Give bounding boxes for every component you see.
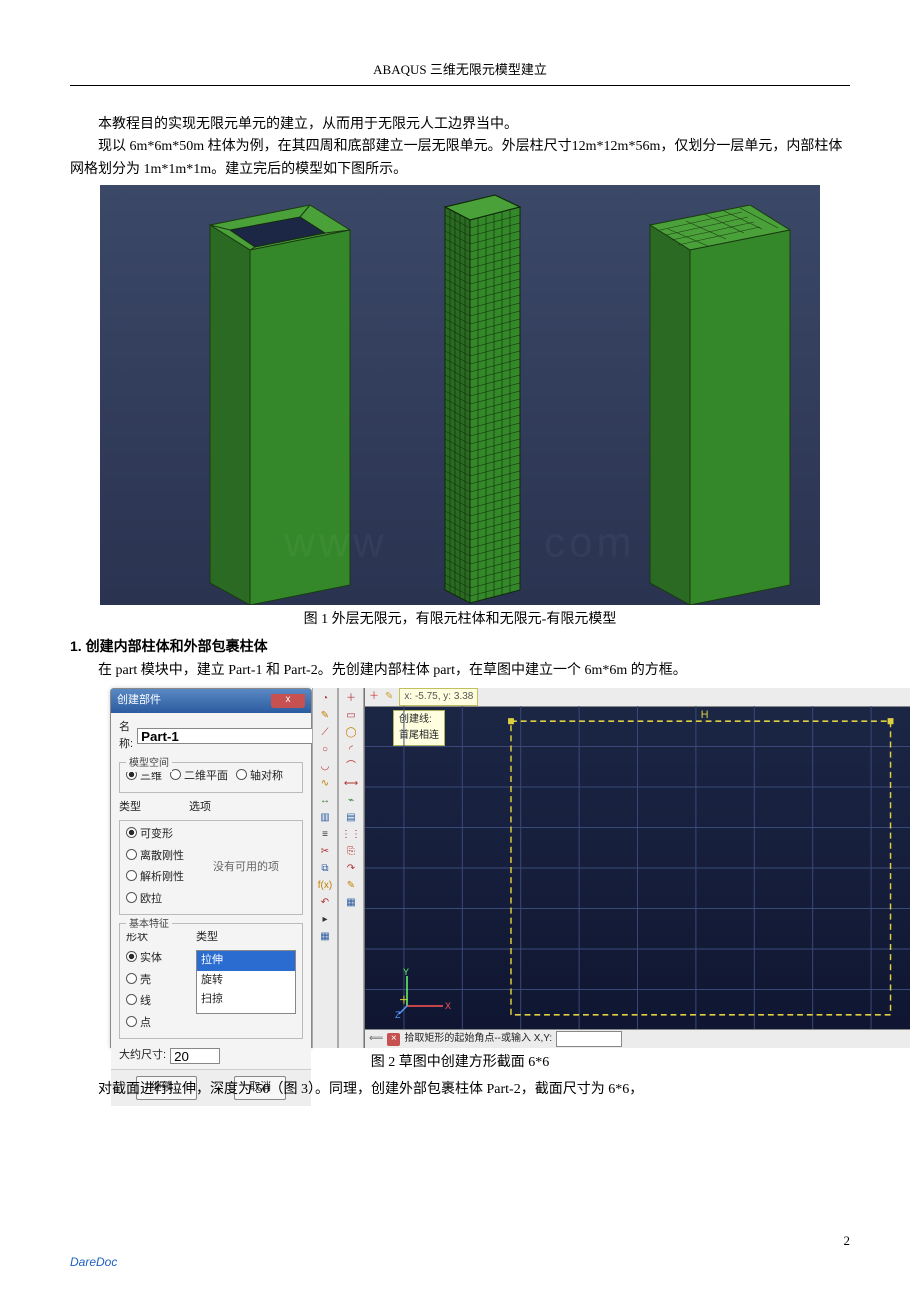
h-constraint-label: H [701, 709, 709, 721]
spline-icon[interactable]: ∿ [315, 776, 335, 792]
mirror-icon[interactable]: ⧉ [315, 861, 335, 877]
part-name-input[interactable] [137, 728, 324, 744]
listitem-revolve[interactable]: 旋转 [197, 971, 295, 991]
document-page: ABAQUS 三维无限元模型建立 本教程目的实现无限元单元的建立，从而用于无限元… [0, 0, 920, 1302]
footer-brand: DareDoc [70, 1253, 117, 1272]
radio-analytical-rigid[interactable]: 解析刚性 [126, 869, 196, 887]
grid-icon[interactable]: ▦ [315, 929, 335, 945]
radio-solid[interactable]: 实体 [126, 950, 196, 968]
back-arrow-icon[interactable]: ⟸ [369, 1031, 383, 1047]
dim-icon[interactable]: ↔ [315, 793, 335, 809]
radio-2d-planar[interactable]: 二维平面 [170, 768, 228, 786]
radio-axisymmetric[interactable]: 轴对称 [236, 768, 283, 786]
offset-icon[interactable]: ≡ [315, 827, 335, 843]
svg-text:Z: Z [395, 1010, 401, 1018]
redo-icon[interactable]: ↷ [341, 861, 361, 877]
svg-text:Y: Y [403, 968, 409, 977]
sketch-bottombar: ⟸ × 拾取矩形的起始角点--或输入 X,Y: [365, 1029, 910, 1048]
options-label: 选项 [189, 799, 303, 817]
svg-text:X: X [445, 1001, 451, 1011]
radio-point[interactable]: 点 [126, 1015, 196, 1033]
paragraph-3: 在 part 模块中，建立 Part-1 和 Part-2。先创建内部柱体 pa… [70, 660, 850, 682]
trim-icon[interactable]: ✂ [315, 844, 335, 860]
name-label: 名称: [119, 719, 133, 754]
base-feature-label: 基本特征 [126, 917, 172, 933]
link-icon[interactable]: ⌁ [341, 793, 361, 809]
circle-icon[interactable]: ○ [315, 742, 335, 758]
dialog-title: 创建部件 [117, 692, 161, 710]
approx-size-input[interactable] [170, 1048, 220, 1064]
listitem-extrude[interactable]: 拉伸 [197, 951, 295, 971]
undo-icon[interactable]: ↶ [315, 895, 335, 911]
create-part-dialog: 创建部件 x 名称: 模型空间 三维 二维平面 轴对称 [110, 688, 312, 1048]
radio-wire[interactable]: 线 [126, 993, 196, 1011]
arc-icon[interactable]: ◡ [315, 759, 335, 775]
hdim-icon[interactable]: ⟷ [341, 776, 361, 792]
paragraph-intro-1: 本教程目的实现无限元单元的建立，从而用于无限元人工边界当中。 [70, 114, 850, 136]
copy-icon[interactable]: ⎘ [341, 844, 361, 860]
paragraph-intro-2: 现以 6m*6m*50m 柱体为例，在其四周和底部建立一层无限单元。外层柱尺寸1… [70, 136, 850, 181]
sketch-prompt: 拾取矩形的起始角点--或输入 X,Y: [404, 1031, 552, 1047]
line-icon[interactable]: ✎ [315, 708, 335, 724]
modeling-space-group: 模型空间 三维 二维平面 轴对称 [119, 762, 303, 793]
sketch-toolstrip-2: ＋ ▭ ◯ ◜ ⌒ ⟷ ⌁ ▤ ⋮⋮ ⎘ ↷ ✎ ▦ [338, 688, 364, 1048]
figure-1-render: www com [100, 185, 820, 605]
radio-discrete-rigid[interactable]: 离散刚性 [126, 848, 196, 866]
figure-1-svg [100, 185, 820, 605]
figure-1-caption: 图 1 外层无限元，有限元柱体和无限元-有限元模型 [70, 609, 850, 631]
fx-icon[interactable]: f(x) [315, 878, 335, 894]
radio-eulerian[interactable]: 欧拉 [126, 891, 196, 909]
shape-type-label: 类型 [196, 929, 296, 947]
sketch-toolstrip: ◔ ✎ ⟋ ○ ◡ ∿ ↔ ▥ ≡ ✂ ⧉ f(x) ↶ ▸ ▦ [312, 688, 338, 1048]
plus-icon[interactable]: ＋ [341, 691, 361, 707]
polyline-icon[interactable]: ⟋ [315, 725, 335, 741]
base-feature-group: 基本特征 形状 类型 实体 壳 线 点 [119, 923, 303, 1039]
axis-triad: Y X Z [395, 968, 455, 1024]
approx-size-label: 大约尺寸: [119, 1047, 166, 1065]
project-icon[interactable]: ▤ [341, 810, 361, 826]
save-icon[interactable]: ▦ [341, 895, 361, 911]
options-placeholder: 没有可用的项 [196, 826, 296, 908]
close-icon[interactable]: x [271, 694, 305, 708]
section-1-heading: 1. 创建内部柱体和外部包裹柱体 [70, 635, 850, 657]
sketch-topbar: ＋✎ x: -5.75, y: 3.38 [365, 688, 910, 707]
pattern-icon[interactable]: ⋮⋮ [341, 827, 361, 843]
cancel-sketch-icon[interactable]: × [387, 1033, 400, 1046]
type-label: 类型 [119, 799, 189, 817]
ellipse-icon[interactable]: ◯ [341, 725, 361, 741]
rect-icon[interactable]: ▭ [341, 708, 361, 724]
select-icon[interactable]: ▸ [315, 912, 335, 928]
listitem-sweep[interactable]: 扫掠 [197, 990, 295, 1010]
type-group: 可变形 离散刚性 解析刚性 欧拉 没有可用的项 [119, 820, 303, 915]
shape-type-listbox[interactable]: 拉伸 旋转 扫掠 [196, 950, 296, 1014]
tangent-icon[interactable]: ⌒ [341, 759, 361, 775]
edit-icon[interactable]: ✎ [341, 878, 361, 894]
dialog-titlebar[interactable]: 创建部件 x [111, 689, 311, 713]
cursor-coord-readout: x: -5.75, y: 3.38 [399, 688, 478, 706]
clock-icon[interactable]: ◔ [315, 691, 335, 707]
page-header-title: ABAQUS 三维无限元模型建立 [70, 60, 850, 86]
constraint-icon[interactable]: ▥ [315, 810, 335, 826]
modeling-space-label: 模型空间 [126, 756, 172, 772]
paragraph-4: 对截面进行拉伸，深度为 50（图 3）。同理，创建外部包裹柱体 Part-2，截… [70, 1079, 850, 1101]
figure-2-composite: 创建部件 x 名称: 模型空间 三维 二维平面 轴对称 [110, 688, 910, 1048]
sketch-canvas[interactable]: ＋✎ x: -5.75, y: 3.38 创建线: 首尾相连 [364, 688, 910, 1048]
page-number: 2 [844, 1231, 851, 1252]
type-options-row: 类型 选项 [119, 799, 303, 817]
fillet-icon[interactable]: ◜ [341, 742, 361, 758]
sketch-coord-input[interactable] [556, 1031, 622, 1047]
radio-shell[interactable]: 壳 [126, 972, 196, 990]
radio-deformable[interactable]: 可变形 [126, 826, 196, 844]
